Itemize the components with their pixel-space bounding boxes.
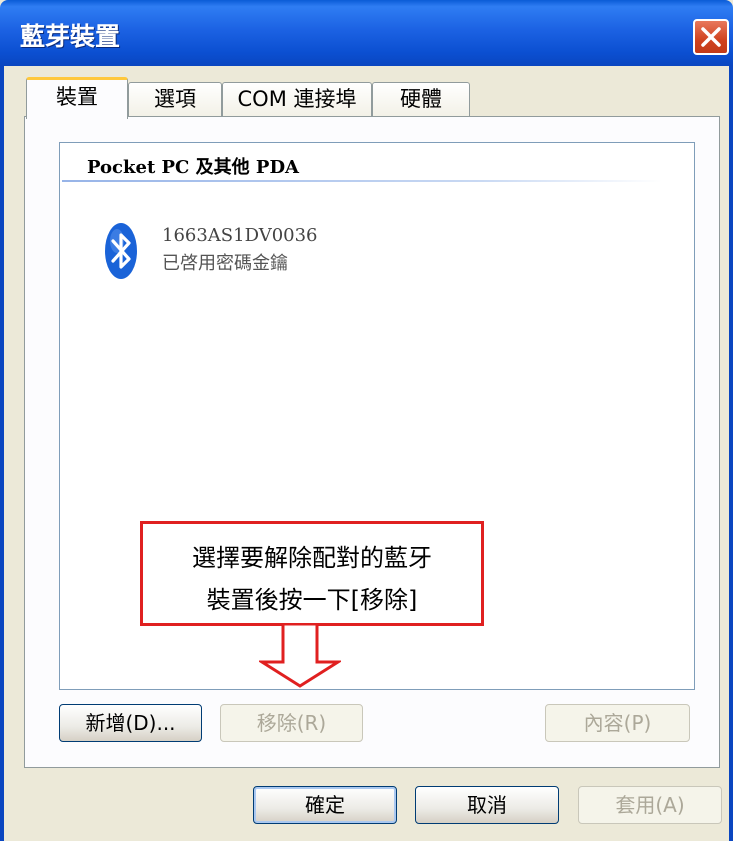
device-name: 1663AS1DV0036 [162,225,318,246]
annotation-line-2: 裝置後按一下[移除] [206,586,418,614]
group-header: Pocket PC 及其他 PDA [87,157,300,178]
remove-button[interactable]: 移除(R) [220,704,363,742]
tab-label: COM 連接埠 [237,87,357,111]
tab-devices[interactable]: 裝置 [26,77,128,119]
tab-hardware[interactable]: 硬體 [372,82,470,116]
tab-label: 裝置 [56,85,98,109]
close-button[interactable] [693,19,729,55]
group-divider [62,180,662,182]
down-arrow-icon [259,624,341,688]
title-bar: 藍芽裝置 [0,0,733,66]
close-icon [701,27,721,47]
bluetooth-icon [105,223,137,279]
cancel-button[interactable]: 取消 [415,786,559,824]
apply-button[interactable]: 套用(A) [578,786,722,824]
annotation-callout: 選擇要解除配對的藍牙 裝置後按一下[移除] [140,521,484,626]
tab-com-ports[interactable]: COM 連接埠 [222,82,372,116]
tab-options[interactable]: 選項 [128,82,222,116]
ok-button[interactable]: 確定 [253,786,397,824]
add-button[interactable]: 新增(D)... [59,704,202,742]
window-title: 藍芽裝置 [20,22,121,51]
device-item[interactable]: 1663AS1DV0036 已啓用密碼金鑰 [104,219,364,283]
window-frame-right [729,66,733,841]
properties-button[interactable]: 內容(P) [545,704,690,742]
window-frame-left [0,66,4,841]
tab-label: 硬體 [400,87,442,111]
tab-label: 選項 [154,87,196,111]
annotation-line-1: 選擇要解除配對的藍牙 [192,544,432,572]
device-status: 已啓用密碼金鑰 [162,253,288,274]
